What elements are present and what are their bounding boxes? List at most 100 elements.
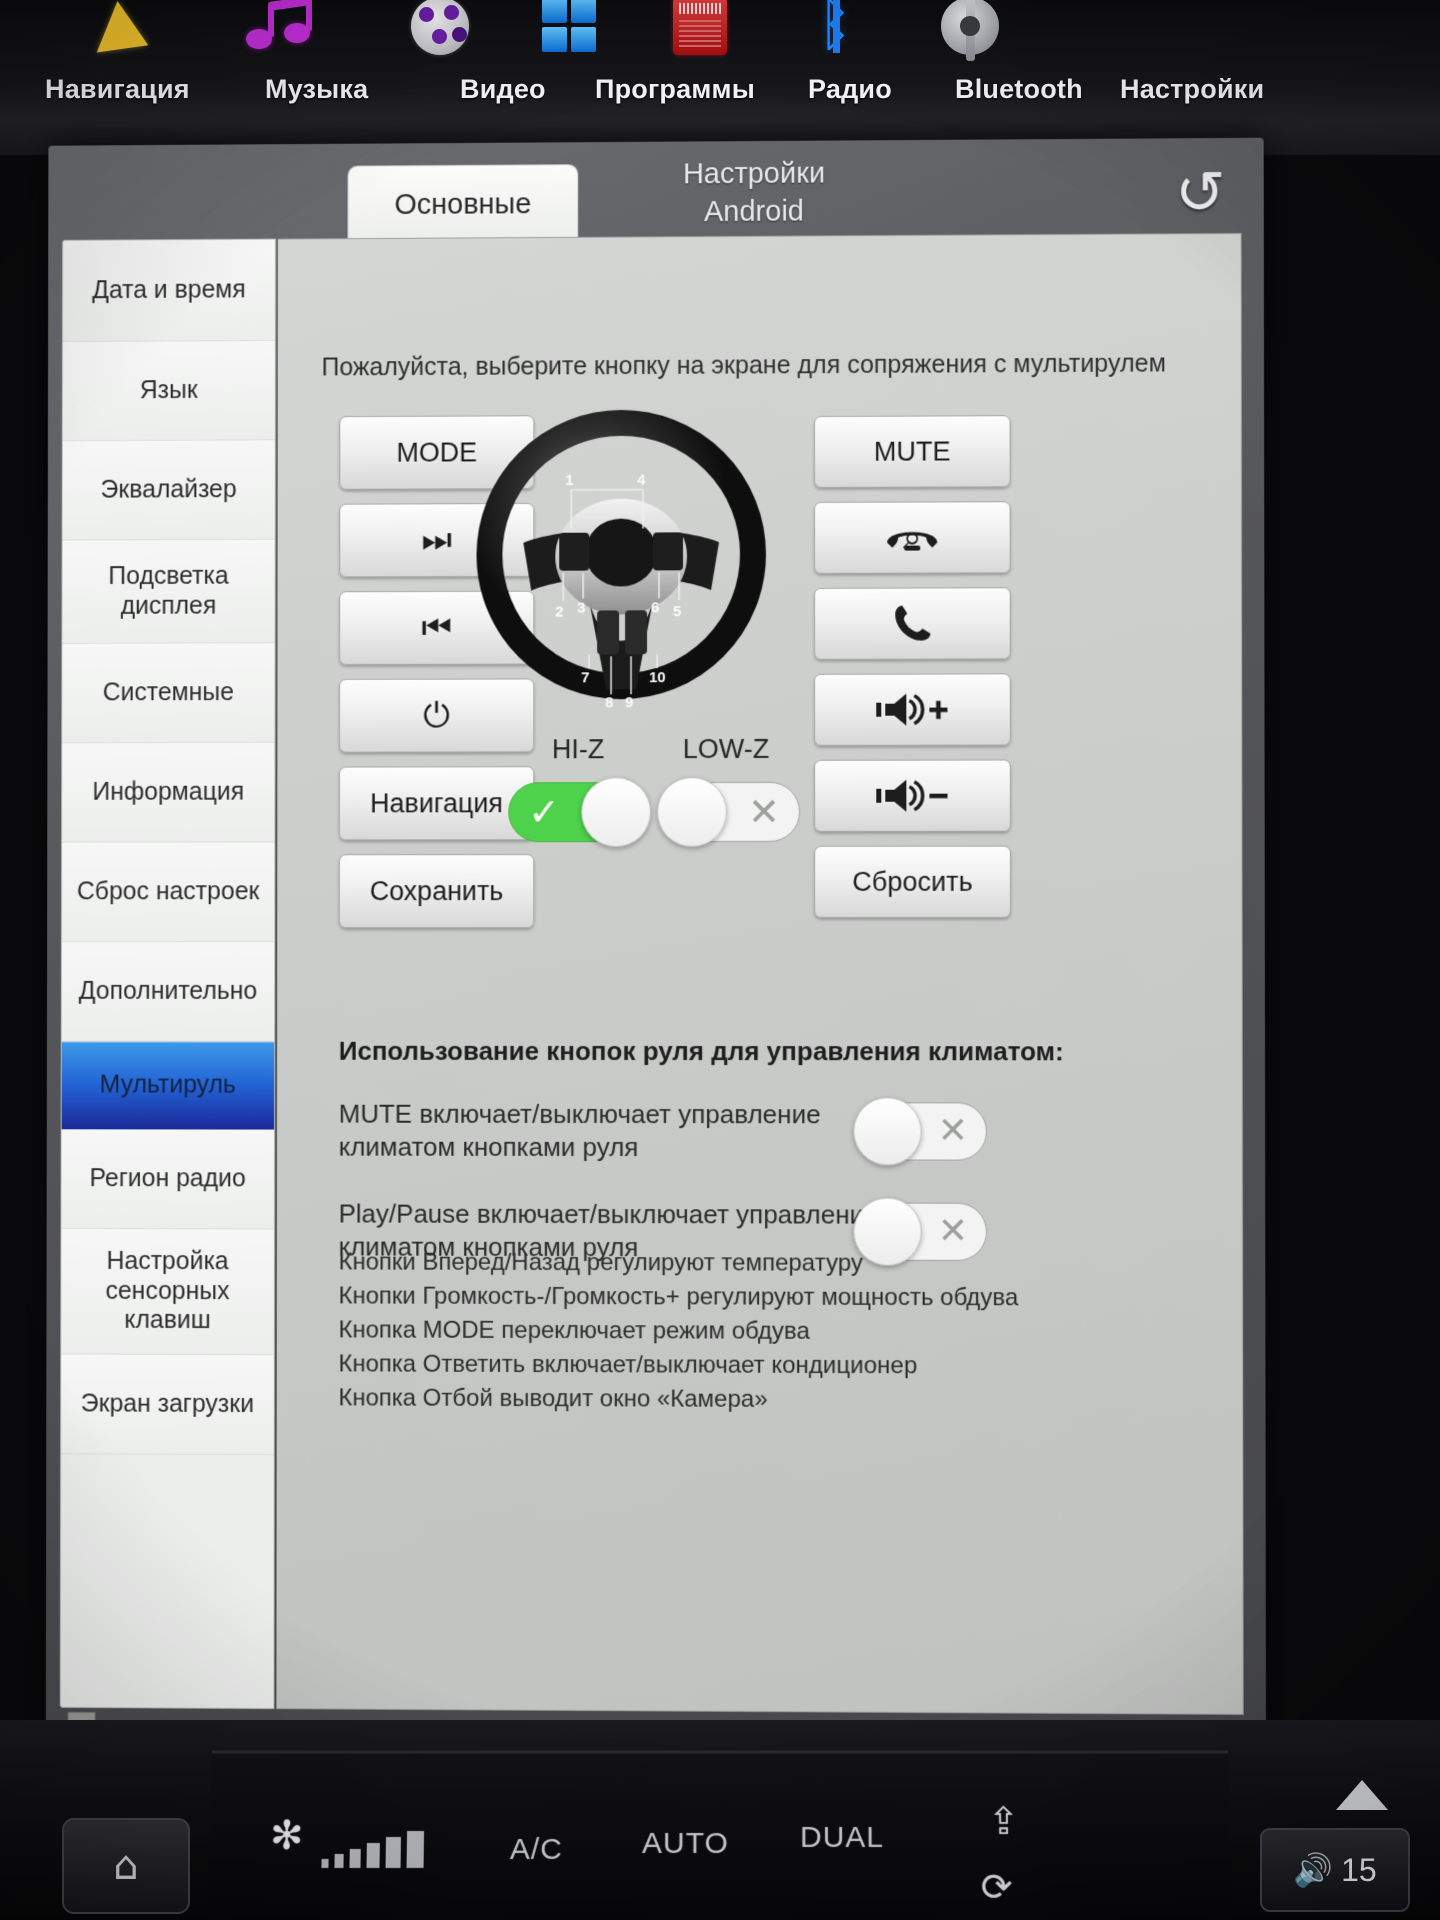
button-volume-up[interactable] [814,673,1011,746]
film-reel-icon[interactable] [400,0,480,57]
hw-label-auto[interactable]: AUTO [642,1827,729,1861]
gear-icon[interactable] [930,0,1010,61]
back-arrow-icon[interactable]: ↺ [1167,158,1234,228]
defrost-icon[interactable]: ⇪ [988,1799,1020,1843]
hi-z-label: HI-Z [551,734,605,765]
fan-icon: ✻ [269,1813,304,1859]
low-z-toggle-knob[interactable] [657,776,728,848]
apps-grid-icon[interactable] [530,0,610,57]
climate-row-mute-line1: MUTE включает/выключает управление [338,1098,821,1130]
music-note-icon[interactable] [240,0,320,57]
button-reset-label: Сбросить [852,866,973,897]
tab-android-line2: Android [704,195,804,229]
climate-mute-toggle-knob[interactable] [853,1097,922,1166]
button-navigation[interactable]: Навигация [338,766,535,841]
low-z-cross-icon: ✕ [748,789,781,834]
hi-z-toggle[interactable]: ✓ [508,777,652,848]
tab-android-settings[interactable]: Настройки Android [604,154,904,232]
power-icon: ⏻ [423,695,450,736]
top-tab-radio[interactable]: Радио [808,74,892,105]
top-app-bar: ᛒ Навигация Музыка Видео Программы Радио… [0,0,1440,155]
climate-row-playpause-line1: Play/Pause включает/выключает управление [338,1198,879,1230]
volume-down-icon [876,776,948,816]
wheel-callout-9: 9 [625,694,633,711]
sidebar-item-information[interactable]: Информация [62,742,275,843]
top-tab-music[interactable]: Музыка [265,74,368,105]
speaker-icon: 🔊 [1293,1852,1334,1888]
navigation-arrow-icon[interactable] [80,0,160,57]
settings-tab-row: Основные Настройки Android ↺ [48,138,1264,245]
multiwheel-settings-content: Пожалуйста, выберите кнопку на экране дл… [276,232,1244,1715]
low-z-label: LOW-Z [682,733,770,765]
climate-hardware-strip: ✻ A/C AUTO DUAL ⇪ ⟳ [208,1750,1232,1920]
sidebar-item-equalizer[interactable]: Эквалайзер [62,440,275,541]
button-save-label: Сохранить [369,875,504,906]
low-z-toggle[interactable]: ✕ [657,776,801,848]
climate-note-5: Кнопка Отбой выводит окно «Камера» [338,1384,768,1414]
sidebar-item-date-time[interactable]: Дата и время [62,239,276,342]
settings-panel: Основные Настройки Android ↺ Дата и врем… [45,137,1267,1796]
climate-note-1: Кнопки Вперед/Назад регулируют температу… [338,1248,863,1277]
top-tab-video[interactable]: Видео [460,74,546,105]
climate-row-mute: MUTE включает/выключает управление клима… [339,1098,1212,1164]
hardware-panel: ✻ A/C AUTO DUAL ⇪ ⟳ ⌂ 🔊 15 [0,1720,1440,1920]
volume-indicator[interactable]: 🔊 15 [1260,1828,1410,1912]
wheel-callout-6: 6 [651,599,659,616]
climate-note-3: Кнопка MODE переключает режим обдува [338,1316,810,1345]
hw-label-ac[interactable]: A/C [510,1833,563,1867]
wheel-callout-5: 5 [673,603,681,620]
tab-android-line1: Настройки [682,157,826,191]
sidebar-item-touch-keys[interactable]: Настройка сенсорных клавиш [61,1228,274,1356]
button-volume-down[interactable] [814,759,1011,832]
button-call[interactable] [814,587,1011,660]
top-tab-bluetooth[interactable]: Bluetooth [955,74,1083,105]
top-app-labels: Навигация Музыка Видео Программы Радио B… [0,74,1440,134]
home-button[interactable]: ⌂ [62,1818,190,1914]
button-mute[interactable]: MUTE [814,415,1011,488]
recirculate-icon[interactable]: ⟳ [980,1865,1012,1909]
button-mode-label: MODE [396,436,478,468]
sidebar-item-reset[interactable]: Сброс настроек [61,842,275,943]
volume-up-icon [876,690,948,730]
button-navigation-label: Навигация [370,787,503,818]
button-mute-label: MUTE [873,435,951,467]
call-icon [895,605,931,641]
top-tab-navigation[interactable]: Навигация [45,74,190,105]
top-tab-programs[interactable]: Программы [595,74,755,105]
tab-osnovnye[interactable]: Основные [347,164,579,244]
wheel-callout-8: 8 [605,694,613,711]
hi-z-check-icon: ✓ [528,790,561,835]
climate-note-2: Кнопки Громкость-/Громкость+ регулируют … [338,1282,1019,1312]
climate-row-mute-line2: климатом кнопками руля [338,1131,639,1162]
wheel-callout-10: 10 [649,669,666,686]
hw-label-dual[interactable]: DUAL [800,1821,884,1855]
sidebar-item-language[interactable]: Язык [62,340,275,442]
sidebar-item-radio-region[interactable]: Регион радио [61,1129,275,1230]
top-tab-settings[interactable]: Настройки [1120,74,1264,105]
sidebar-item-boot-screen[interactable]: Экран загрузки [61,1354,274,1456]
steering-wheel-diagram: 1 4 2 3 6 5 7 10 8 9 [471,404,771,722]
bluetooth-icon[interactable]: ᛒ [795,0,875,57]
hi-z-toggle-knob[interactable] [581,777,652,848]
up-arrow-icon[interactable] [1336,1780,1388,1810]
settings-sidebar[interactable]: Дата и время Язык Эквалайзер Подсветка д… [59,238,276,1710]
button-reset[interactable]: Сбросить [814,845,1011,918]
top-app-icons: ᛒ [0,0,1440,65]
button-save[interactable]: Сохранить [338,854,535,929]
sidebar-item-additional[interactable]: Дополнительно [61,942,275,1042]
climate-mute-toggle[interactable]: ✕ [853,1097,987,1166]
sidebar-item-backlight[interactable]: Подсветка дисплея [62,539,275,644]
wheel-callout-1: 1 [565,472,573,489]
volume-value: 15 [1341,1851,1377,1888]
head-unit-photo: ᛒ Навигация Музыка Видео Программы Радио… [0,0,1440,1920]
climate-section-title: Использование кнопок руля для управления… [338,1035,1064,1067]
climate-notes-list: Кнопки Вперед/Назад регулируют температу… [338,1245,1222,1418]
sidebar-item-system[interactable]: Системные [62,643,275,744]
button-hang-up[interactable]: ⌕ [814,501,1011,574]
next-track-icon: ⏭ [421,520,452,561]
climate-playpause-cross-icon: ✕ [937,1210,969,1252]
radio-icon[interactable] [660,0,740,57]
sidebar-item-multiwheel[interactable]: Мультируль [61,1041,275,1130]
wheel-callout-2: 2 [555,604,563,621]
wheel-callout-4: 4 [637,472,646,489]
